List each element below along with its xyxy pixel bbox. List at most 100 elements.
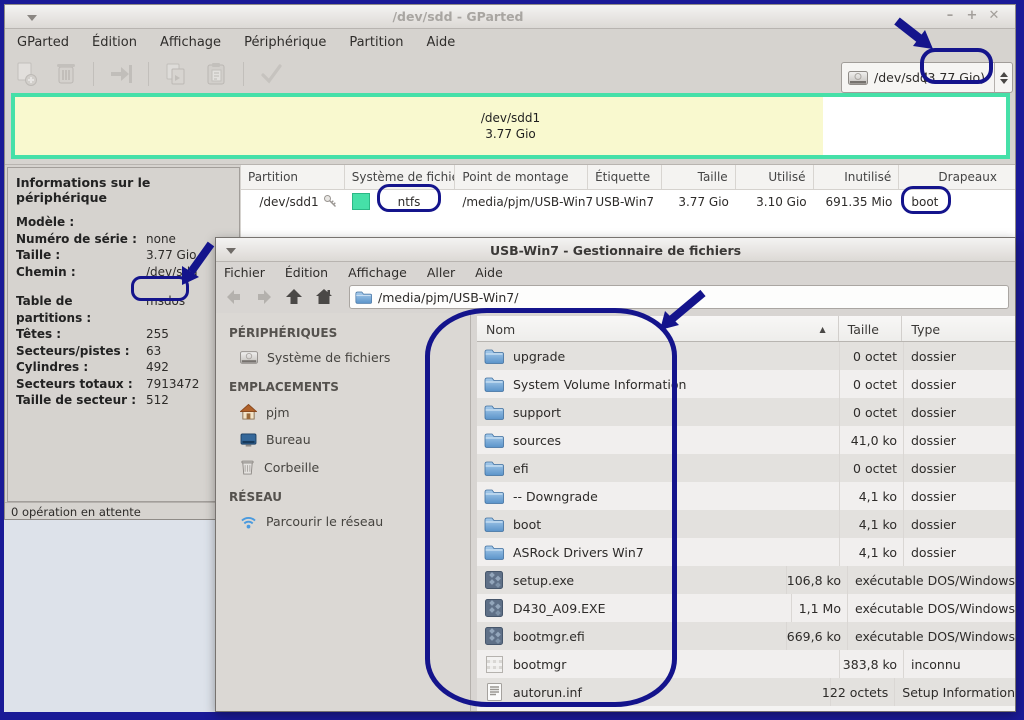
file-row[interactable]: -- Downgrade 4,1 ko dossier	[477, 482, 1015, 510]
back-icon[interactable]	[224, 287, 244, 307]
mounted-key-icon	[323, 194, 338, 209]
menu-gparted[interactable]: GParted	[17, 35, 69, 50]
menu-affichage[interactable]: Affichage	[160, 35, 221, 50]
gparted-titlebar[interactable]: /dev/sdd - GParted – + ✕	[5, 5, 1015, 29]
sort-ascending-icon[interactable]: ▲	[819, 325, 825, 334]
col-used[interactable]: Utilisé	[736, 165, 814, 189]
file-type: exécutable DOS/Windows	[848, 573, 1015, 588]
menu-partition[interactable]: Partition	[349, 35, 403, 50]
apply-icon[interactable]	[258, 61, 284, 87]
cell-filesystem: ntfs	[345, 190, 456, 213]
menu-aide[interactable]: Aide	[475, 265, 503, 279]
file-size: 4,1 ko	[840, 482, 904, 510]
gparted-menubar: GParted Édition Affichage Périphérique P…	[5, 29, 1015, 55]
menu-edition[interactable]: Édition	[285, 265, 328, 279]
path-text[interactable]: /media/pjm/USB-Win7/	[378, 290, 518, 305]
delete-partition-icon[interactable]	[53, 61, 79, 87]
maximize-button[interactable]: +	[965, 8, 979, 23]
device-size: (3.77 Gio)	[923, 70, 985, 85]
cell-unused: 691.35 Mio	[814, 190, 900, 213]
copy-icon[interactable]	[163, 61, 189, 87]
file-row[interactable]: support 0 octet dossier	[477, 398, 1015, 426]
sidebar-item-desktop[interactable]: Bureau	[229, 426, 470, 453]
file-name: boot	[513, 517, 541, 532]
sidebar-section-network: RÉSEAU	[229, 490, 470, 504]
file-row[interactable]: bootmgr.efi 669,6 ko exécutable DOS/Wind…	[477, 622, 1015, 650]
partition-visual-bar[interactable]: /dev/sdd1 3.77 Gio	[11, 93, 1010, 159]
file-row[interactable]: boot 4,1 ko dossier	[477, 510, 1015, 538]
file-row[interactable]: upgrade 0 octet dossier	[477, 342, 1015, 370]
trash-icon	[240, 459, 255, 475]
sidebar-item-filesystem[interactable]: Système de fichiers	[229, 344, 470, 371]
col-label[interactable]: Étiquette	[588, 165, 662, 189]
file-row[interactable]: autorun.inf 122 octets Setup Information	[477, 678, 1015, 706]
fm-titlebar[interactable]: USB-Win7 - Gestionnaire de fichiers	[216, 238, 1015, 262]
menu-fichier[interactable]: Fichier	[224, 265, 265, 279]
close-button[interactable]: ✕	[987, 8, 1001, 23]
info-label: Chemin :	[16, 264, 140, 281]
sidebar-item-trash[interactable]: Corbeille	[229, 453, 470, 481]
spin-up-icon[interactable]	[1000, 72, 1008, 77]
new-partition-icon[interactable]	[13, 61, 39, 87]
file-row[interactable]: setup.exe 106,8 ko exécutable DOS/Window…	[477, 566, 1015, 594]
file-size: 669,6 ko	[787, 622, 848, 650]
minimize-button[interactable]: –	[943, 8, 957, 23]
file-row[interactable]: sources 41,0 ko dossier	[477, 426, 1015, 454]
menu-aller[interactable]: Aller	[427, 265, 455, 279]
device-spinner[interactable]	[994, 63, 1012, 92]
desktop: /dev/sdd - GParted – + ✕ GParted Édition…	[0, 0, 1024, 720]
info-label: Cylindres :	[16, 359, 140, 376]
file-row[interactable]: ASRock Drivers Win7 4,1 ko dossier	[477, 538, 1015, 566]
spin-down-icon[interactable]	[1000, 79, 1008, 84]
executable-icon	[484, 571, 504, 589]
path-bar[interactable]: /media/pjm/USB-Win7/	[349, 285, 1009, 309]
menu-peripherique[interactable]: Périphérique	[244, 35, 326, 50]
menu-affichage[interactable]: Affichage	[348, 265, 407, 279]
device-selector[interactable]: /dev/sdd (3.77 Gio)	[841, 62, 1013, 93]
cell-size: 3.77 Gio	[662, 190, 736, 213]
resize-move-icon[interactable]	[108, 61, 134, 87]
info-value: /dev/sdd	[140, 264, 198, 281]
menu-edition[interactable]: Édition	[92, 35, 137, 50]
col-partition[interactable]: Partition	[241, 165, 345, 189]
up-icon[interactable]	[284, 287, 304, 307]
sidebar-section-devices: PÉRIPHÉRIQUES	[229, 326, 470, 340]
file-row[interactable]: bootmgr 383,8 ko inconnu	[477, 650, 1015, 678]
partition-row[interactable]: /dev/sdd1 ntfs /media/pjm/USB-Win7 USB-W…	[241, 190, 1015, 213]
device-info-panel: Informations sur le périphérique Modèle …	[7, 167, 240, 502]
file-size: 106,8 ko	[787, 566, 848, 594]
col-nom[interactable]: Nom ▲	[477, 316, 839, 341]
col-filesystem[interactable]: Système de fichiers	[345, 165, 456, 189]
cell-flags: boot	[899, 190, 1015, 213]
file-type: dossier	[904, 377, 956, 392]
file-type: dossier	[904, 545, 956, 560]
col-taille[interactable]: Taille	[839, 316, 903, 341]
paste-icon[interactable]	[203, 61, 229, 87]
col-unused[interactable]: Inutilisé	[814, 165, 900, 189]
folder-icon	[484, 347, 504, 365]
info-value: 63	[140, 343, 161, 360]
info-label: Numéro de série :	[16, 231, 140, 248]
file-row[interactable]: System Volume Information 0 octet dossie…	[477, 370, 1015, 398]
text-file-icon	[484, 683, 504, 701]
forward-icon[interactable]	[254, 287, 274, 307]
harddisk-icon	[848, 71, 868, 85]
file-row[interactable]: D430_A09.EXE 1,1 Mo exécutable DOS/Windo…	[477, 594, 1015, 622]
col-flags[interactable]: Drapeaux	[899, 165, 1015, 189]
window-menu-icon[interactable]	[27, 15, 37, 21]
toolbar-separator	[93, 62, 94, 86]
col-type[interactable]: Type	[902, 316, 1015, 341]
sidebar-item-home[interactable]: pjm	[229, 398, 470, 426]
sidebar-item-network[interactable]: Parcourir le réseau	[229, 508, 470, 535]
window-menu-icon[interactable]	[226, 248, 236, 254]
executable-icon	[484, 599, 504, 617]
col-mountpoint[interactable]: Point de montage	[455, 165, 588, 189]
home-nav-icon[interactable]	[314, 287, 334, 307]
menu-aide[interactable]: Aide	[427, 35, 456, 50]
file-row[interactable]: efi 0 octet dossier	[477, 454, 1015, 482]
col-size[interactable]: Taille	[662, 165, 736, 189]
ntfs-color-swatch	[352, 193, 370, 210]
sidebar-section-places: EMPLACEMENTS	[229, 380, 470, 394]
info-value: 492	[140, 359, 169, 376]
fm-toolbar: /media/pjm/USB-Win7/	[216, 282, 1015, 312]
